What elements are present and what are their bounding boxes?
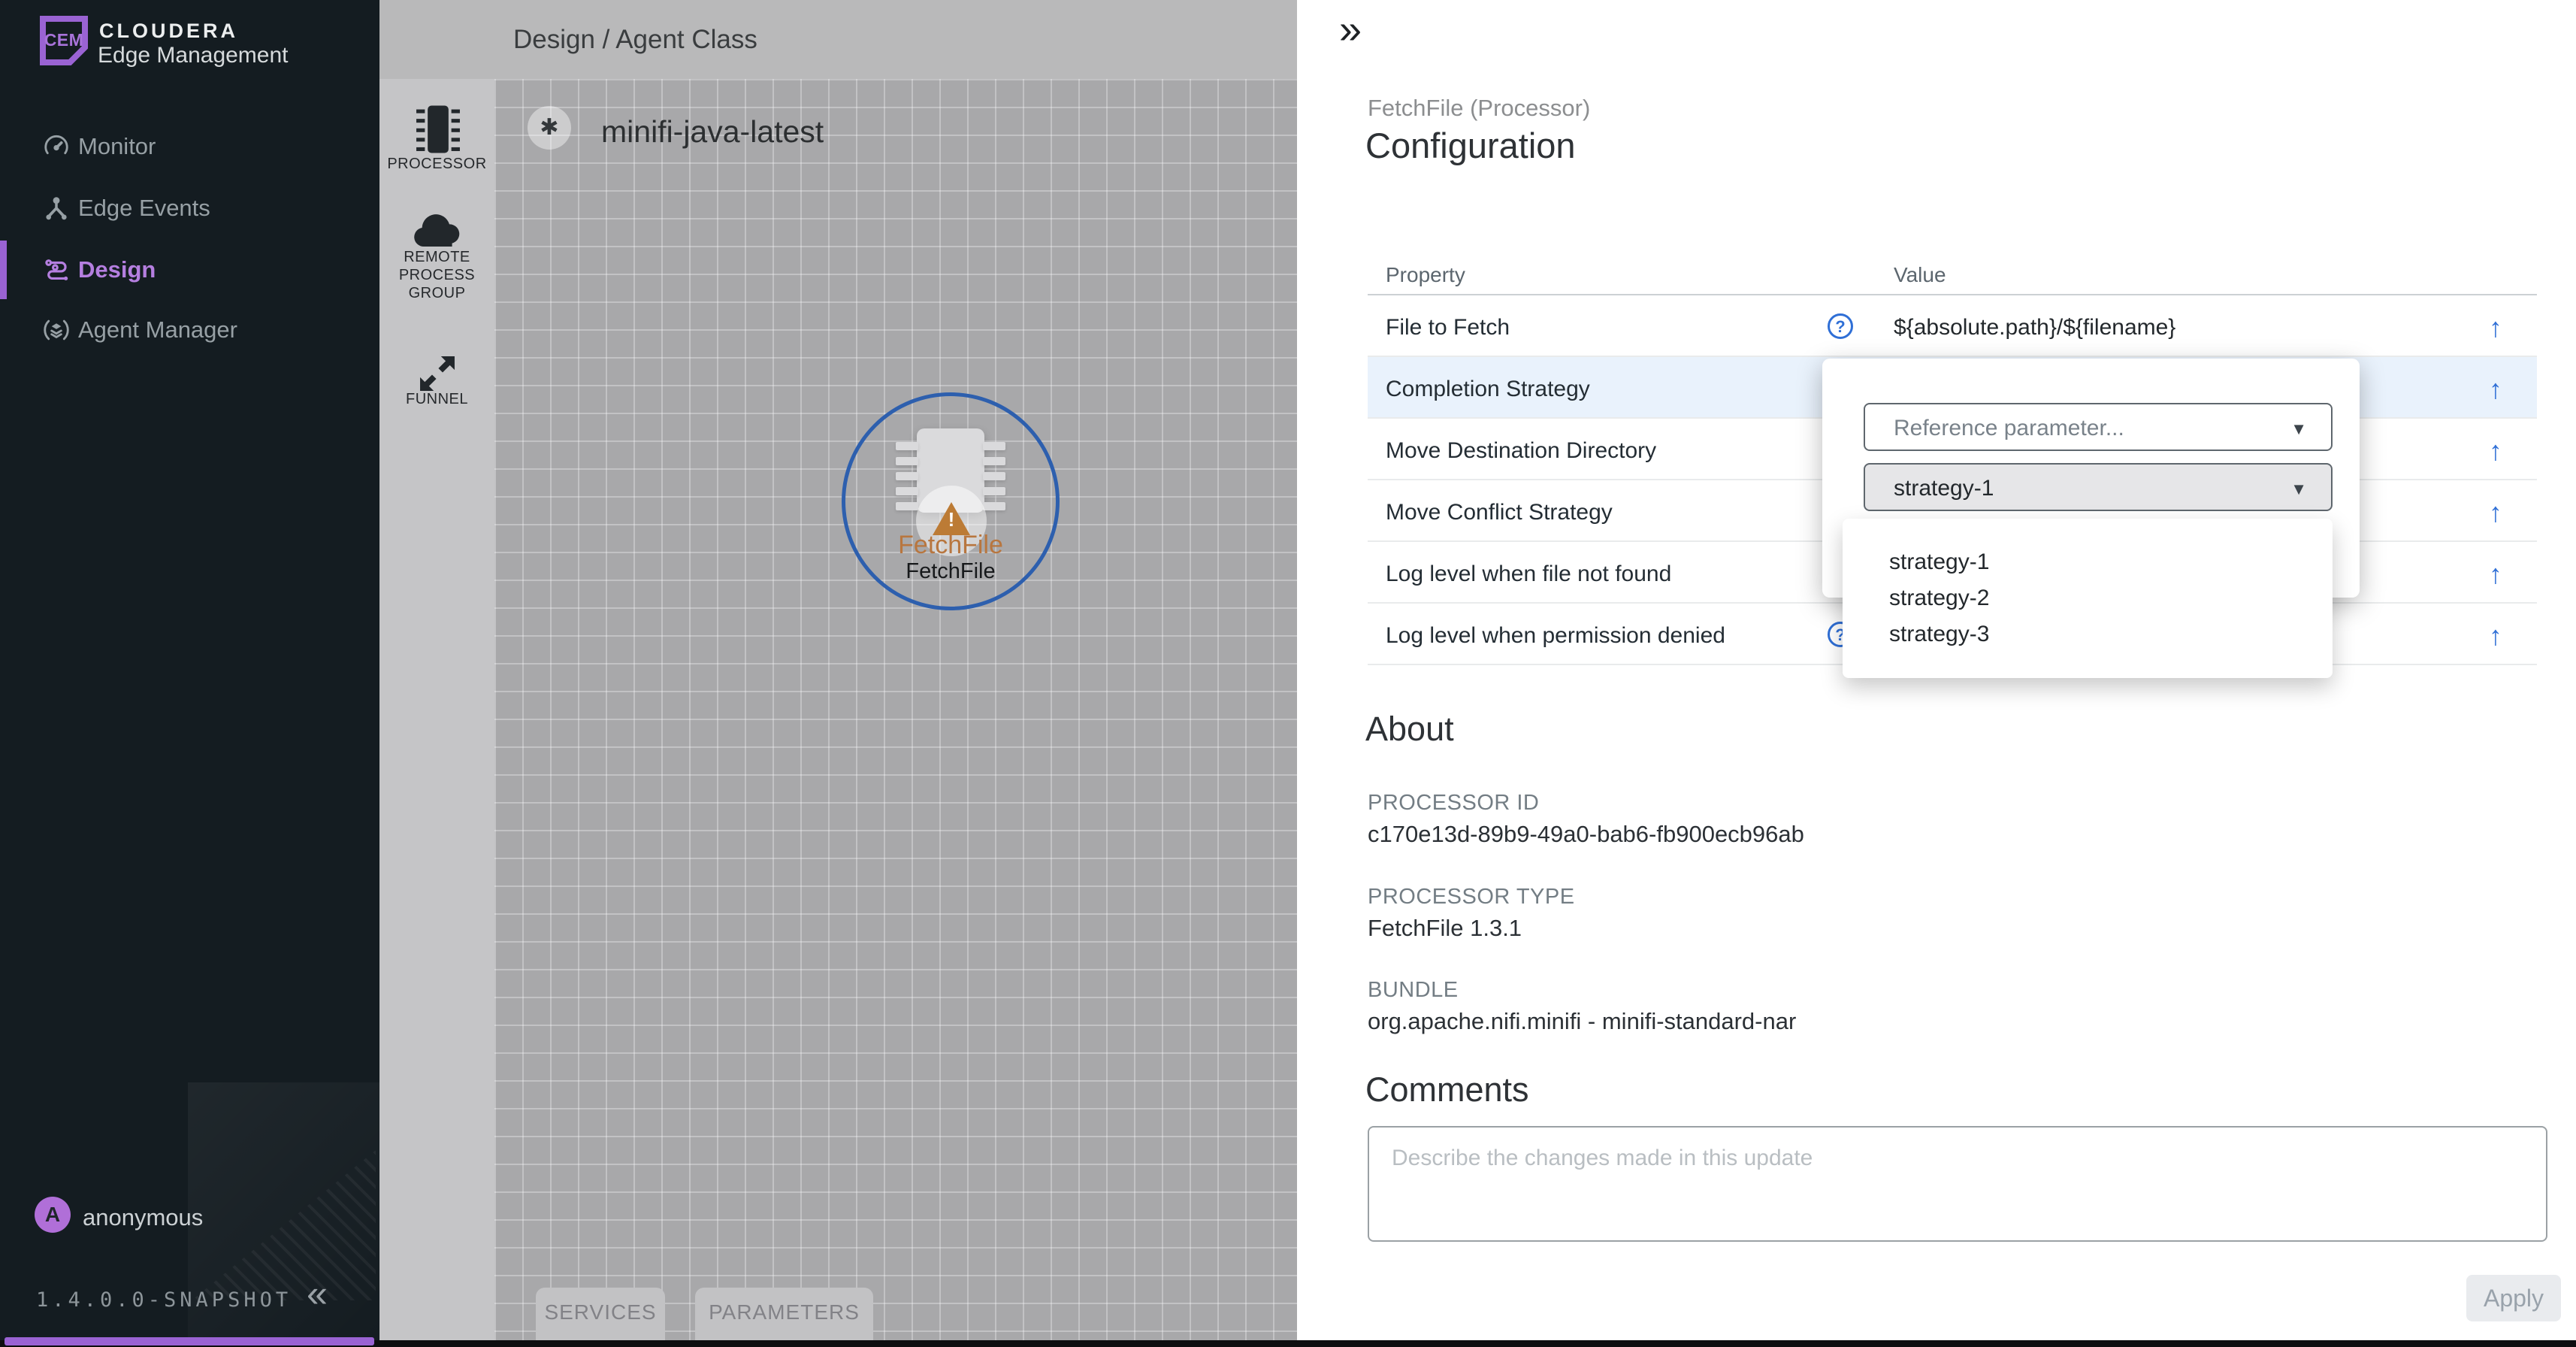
bundle-value: org.apache.nifi.minifi - minifi-standard…: [1368, 1008, 1796, 1035]
reference-parameter-placeholder: Reference parameter...: [1894, 416, 2124, 441]
toolbar-remote-process-group-label: REMOTE PROCESS GROUP: [379, 248, 494, 302]
processor-type-label: PROCESSOR TYPE: [1368, 885, 1575, 910]
app-version-label: 1.4.0.0-SNAPSHOT: [36, 1288, 292, 1312]
chip-pin: [983, 442, 1005, 450]
collapse-sidebar-icon[interactable]: «: [307, 1272, 328, 1315]
strategy-option-list: strategy-1 strategy-2 strategy-3: [1843, 519, 2333, 678]
sidebar: CEM CLOUDERA Edge Management Monitor Edg…: [0, 0, 379, 1347]
tab-parameters[interactable]: PARAMETERS: [695, 1288, 873, 1340]
comments-heading: Comments: [1365, 1070, 1529, 1109]
reference-parameter-dropdown[interactable]: Reference parameter... ▼: [1864, 403, 2333, 451]
move-up-icon[interactable]: ↑: [2489, 497, 2502, 528]
chevron-down-icon: ▼: [2290, 419, 2307, 439]
bundle-label: BUNDLE: [1368, 978, 1459, 1003]
sidebar-item-design[interactable]: Design: [0, 241, 379, 299]
bottom-edge-strip: [0, 1340, 2576, 1347]
app-window: CEM CLOUDERA Edge Management Monitor Edg…: [0, 0, 2576, 1347]
sidebar-accent-bar: [5, 1337, 374, 1345]
chip-pin: [896, 457, 918, 465]
option-strategy-2[interactable]: strategy-2: [1843, 580, 2333, 616]
strategy-select-value: strategy-1: [1894, 476, 1994, 501]
processor-type-value: FetchFile 1.3.1: [1368, 915, 1522, 942]
chip-pin: [983, 457, 1005, 465]
flow-canvas[interactable]: [494, 79, 1297, 1340]
sidebar-item-edge-events[interactable]: Edge Events: [0, 179, 379, 238]
apply-button[interactable]: Apply: [2466, 1275, 2561, 1321]
chip-pin: [896, 442, 918, 450]
move-up-icon[interactable]: ↑: [2489, 312, 2502, 344]
move-up-icon[interactable]: ↑: [2489, 374, 2502, 405]
table-row[interactable]: File to Fetch ? ${absolute.path}/${filen…: [1368, 295, 2537, 357]
move-up-icon[interactable]: ↑: [2489, 435, 2502, 467]
tab-services[interactable]: SERVICES: [536, 1288, 665, 1340]
node-type-label: FetchFile: [838, 531, 1063, 560]
edge-events-icon: [42, 194, 71, 222]
sidebar-item-label: Edge Events: [78, 195, 210, 222]
flow-title: minifi-java-latest: [601, 114, 824, 150]
active-item-indicator: [0, 241, 7, 299]
option-strategy-1[interactable]: strategy-1: [1843, 544, 2333, 580]
brand-name: CLOUDERA: [99, 20, 238, 43]
panel-heading: Configuration: [1365, 125, 1576, 166]
chip-pin: [983, 472, 1005, 480]
gauge-icon: [42, 132, 71, 161]
processor-id-value: c170e13d-89b9-49a0-bab6-fb900ecb96ab: [1368, 821, 1804, 848]
column-header-property: Property: [1386, 263, 1465, 287]
chip-pin: [896, 502, 918, 510]
design-flow-icon: [42, 256, 71, 284]
toolbar-funnel-label: FUNNEL: [379, 391, 494, 408]
flow-badge-icon: ✱: [528, 106, 571, 150]
help-icon[interactable]: ?: [1828, 313, 1853, 339]
processor-id-label: PROCESSOR ID: [1368, 791, 1539, 816]
product-name: Edge Management: [98, 43, 289, 68]
panel-subtitle: FetchFile (Processor): [1368, 95, 1590, 122]
chip-pin: [983, 487, 1005, 495]
sidebar-item-agent-manager[interactable]: Agent Manager: [0, 301, 379, 359]
user-avatar[interactable]: A: [35, 1197, 71, 1233]
username-label: anonymous: [83, 1204, 203, 1231]
option-strategy-3[interactable]: strategy-3: [1843, 616, 2333, 652]
sidebar-item-label: Monitor: [78, 133, 156, 160]
node-name-label: FetchFile: [838, 559, 1063, 584]
toolbar-processor-label: PROCESSOR: [379, 156, 494, 173]
move-up-icon[interactable]: ↑: [2489, 558, 2502, 590]
column-header-value: Value: [1894, 263, 1946, 287]
chip-pin: [896, 487, 918, 495]
sidebar-item-label: Design: [78, 256, 156, 283]
agent-manager-icon: [42, 316, 71, 344]
chip-pin: [983, 502, 1005, 510]
chevron-down-icon: ▼: [2290, 480, 2307, 499]
processor-chip-icon[interactable]: [410, 104, 467, 159]
chip-pin: [896, 472, 918, 480]
strategy-select[interactable]: strategy-1 ▼: [1864, 463, 2333, 511]
collapse-panel-icon[interactable]: »: [1339, 6, 1362, 53]
table-header-row: Property Value: [1368, 256, 2537, 295]
cem-logo-text: CEM: [39, 30, 89, 50]
breadcrumb: Design / Agent Class: [513, 25, 757, 55]
move-up-icon[interactable]: ↑: [2489, 620, 2502, 652]
sidebar-item-label: Agent Manager: [78, 316, 237, 344]
comments-input[interactable]: [1368, 1126, 2547, 1242]
about-heading: About: [1365, 710, 1454, 749]
sidebar-item-monitor[interactable]: Monitor: [0, 117, 379, 176]
